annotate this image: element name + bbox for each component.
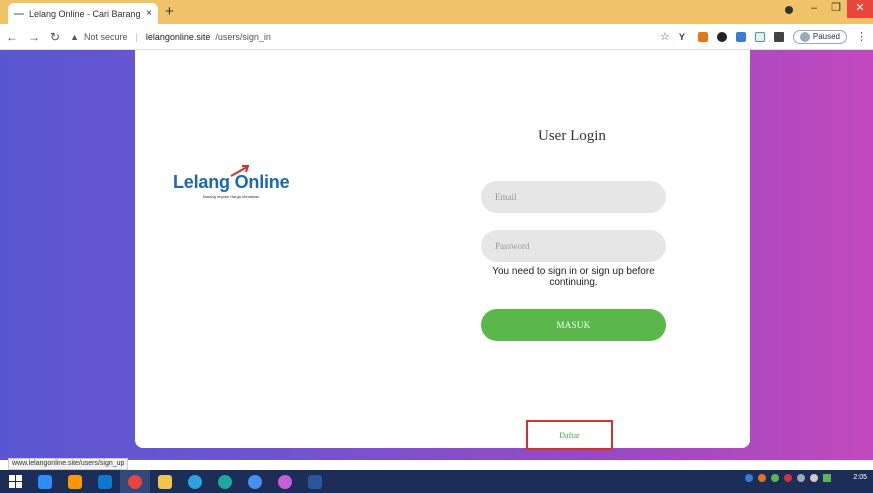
tray-app-icon[interactable]	[745, 474, 753, 482]
taskbar-explorer[interactable]	[150, 470, 180, 493]
url-path: /users/sign_in	[215, 31, 271, 42]
email-input[interactable]	[481, 181, 666, 213]
recording-indicator-icon	[785, 6, 793, 14]
password-input[interactable]	[481, 230, 666, 262]
taskbar-edge[interactable]	[210, 470, 240, 493]
signin-notice: You need to sign in or sign up before co…	[492, 266, 655, 288]
browser-app-icon	[248, 474, 262, 489]
maximize-icon[interactable]: ❐	[825, 0, 847, 18]
profile-paused-button[interactable]: Paused	[792, 29, 847, 44]
taskbar-itunes[interactable]	[270, 470, 300, 493]
edge-icon	[218, 474, 232, 489]
profile-status-label: Paused	[812, 32, 840, 41]
extensions-puzzle-icon[interactable]	[773, 31, 784, 42]
back-icon[interactable]: ←	[6, 30, 18, 44]
logo-tagline: Barang Impian Harga Menawan	[203, 194, 260, 199]
logo-arrow-icon	[230, 165, 250, 177]
status-bar-url: www.lelangonline.site/users/sign_up	[8, 458, 129, 470]
browser-tab[interactable]: Lelang Online - Cari Barang impi ×	[8, 3, 158, 24]
taskbar-chrome[interactable]	[120, 470, 150, 493]
taskbar-vscode[interactable]	[90, 470, 120, 493]
taskbar-telegram[interactable]	[180, 470, 210, 493]
page-favicon-icon	[14, 12, 24, 15]
word-icon	[308, 474, 322, 489]
vscode-icon	[98, 474, 112, 489]
login-card: Lelang Online Barang Impian Harga Menawa…	[135, 50, 750, 450]
taskbar-word[interactable]	[300, 470, 330, 493]
masuk-button[interactable]: MASUK	[481, 309, 666, 341]
start-button[interactable]	[0, 470, 30, 493]
window-controls: – ❐ ✕	[785, 0, 873, 24]
extension-y-icon[interactable]: Y	[678, 31, 689, 42]
taskbar-zoom[interactable]	[30, 470, 60, 493]
tab-title: Lelang Online - Cari Barang impi	[29, 8, 141, 19]
tray-update-icon[interactable]	[823, 474, 831, 482]
metamask-extension-icon[interactable]	[697, 31, 708, 42]
new-tab-button[interactable]: +	[165, 3, 174, 20]
system-tray	[745, 474, 831, 482]
music-icon	[278, 474, 292, 489]
sublime-icon	[68, 474, 82, 489]
page-viewport: Lelang Online Barang Impian Harga Menawa…	[0, 50, 873, 460]
taskbar-browser[interactable]	[240, 470, 270, 493]
tray-app-icon[interactable]	[758, 474, 766, 482]
taskbar-clock[interactable]: 2:05	[853, 474, 867, 481]
extension-blue-icon[interactable]	[735, 31, 746, 42]
close-tab-icon[interactable]: ×	[146, 8, 152, 19]
daftar-link[interactable]: Daftar	[559, 431, 579, 440]
folder-icon	[158, 474, 172, 489]
security-label: Not secure	[83, 31, 128, 42]
profile-avatar-icon	[799, 31, 810, 42]
minimize-icon[interactable]: –	[803, 0, 825, 18]
forward-icon[interactable]: →	[28, 30, 40, 44]
warning-icon: ▲	[70, 31, 79, 42]
url-separator: |	[135, 31, 138, 42]
address-bar[interactable]: ▲ Not secure | lelangonline.site/users/s…	[70, 32, 650, 42]
extension-green-icon[interactable]	[754, 31, 765, 42]
daftar-highlight-box: Daftar	[526, 420, 613, 450]
tray-app-icon[interactable]	[771, 474, 779, 482]
browser-tab-strip: Lelang Online - Cari Barang impi × + – ❐…	[0, 0, 873, 24]
tray-network-icon[interactable]	[797, 474, 805, 482]
tray-volume-icon[interactable]	[810, 474, 818, 482]
telegram-icon	[188, 474, 202, 489]
url-host: lelangonline.site	[145, 31, 211, 42]
login-title: User Login	[538, 128, 606, 144]
extensions-area: ☆ Y Paused ⋮	[660, 29, 867, 44]
browser-menu-icon[interactable]: ⋮	[856, 30, 867, 43]
extension-dark-icon[interactable]	[716, 31, 727, 42]
reload-icon[interactable]: ↻	[50, 30, 60, 44]
tray-app-icon[interactable]	[784, 474, 792, 482]
taskbar-sublime[interactable]	[60, 470, 90, 493]
brand-logo: Lelang Online Barang Impian Harga Menawa…	[173, 165, 290, 199]
close-window-icon[interactable]: ✕	[847, 0, 873, 18]
chrome-icon	[128, 474, 142, 489]
windows-logo-icon	[8, 475, 22, 488]
zoom-icon	[38, 474, 52, 489]
bookmark-star-icon[interactable]: ☆	[660, 30, 670, 43]
browser-toolbar: ← → ↻ ▲ Not secure | lelangonline.site/u…	[0, 24, 873, 50]
windows-taskbar: 2:05	[0, 470, 873, 493]
